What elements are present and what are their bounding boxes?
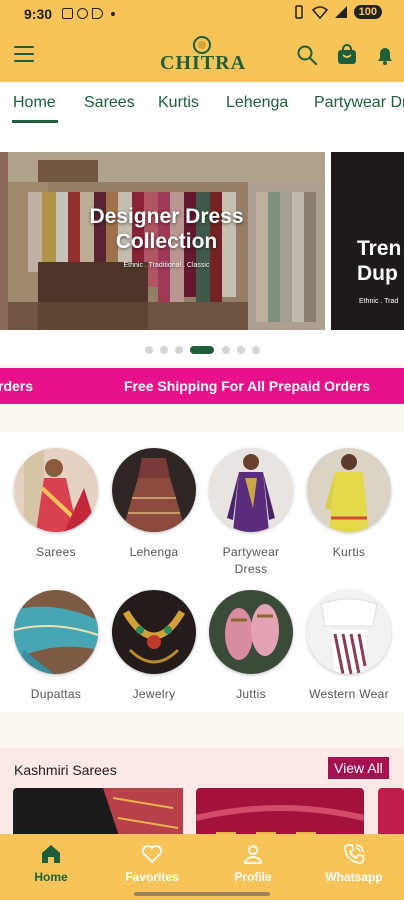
carousel-dot[interactable]: [237, 346, 245, 354]
heart-icon: [142, 845, 162, 864]
category-sarees[interactable]: Sarees: [9, 448, 103, 561]
grid-icon: [62, 8, 73, 19]
category-label: Partywear Dress: [204, 544, 298, 578]
shopping-bag-icon[interactable]: [336, 44, 358, 66]
carousel-dot[interactable]: [252, 346, 260, 354]
category-label: Juttis: [236, 687, 266, 701]
category-juttis-image: [209, 590, 293, 674]
banner-title: Designer Dress Collection: [8, 204, 325, 254]
user-icon: [244, 845, 262, 864]
carousel-dot[interactable]: [222, 346, 230, 354]
banner-next-peek[interactable]: Tren Dup Ethnic . Trad: [331, 152, 404, 330]
category-tabs: Home Sarees Kurtis Lehenga Partywear Dr: [0, 82, 404, 125]
menu-icon[interactable]: [14, 46, 34, 62]
brand-name: CHITRA: [160, 52, 247, 74]
gesture-bar[interactable]: [134, 892, 270, 896]
category-kurtis[interactable]: Kurtis: [302, 448, 396, 561]
category-jewelry[interactable]: Jewelry: [107, 590, 201, 703]
tab-partywear[interactable]: Partywear Dr: [314, 94, 404, 112]
brand-logo[interactable]: CHITRA: [160, 36, 247, 75]
carousel-indicator: [0, 346, 404, 356]
marquee-text: Free Shipping For All Prepaid Orders: [124, 378, 371, 394]
category-label-line2: Dress: [234, 562, 268, 576]
status-bar: 9:30 100: [0, 0, 404, 30]
category-dupattas-image: [14, 590, 98, 674]
nav-home[interactable]: Home: [11, 842, 91, 884]
product-card[interactable]: [378, 788, 404, 838]
nav-home-label: Home: [34, 870, 68, 884]
system-icons: 100: [292, 5, 382, 19]
nav-whatsapp-label: Whatsapp: [325, 870, 383, 884]
phone-icon: [344, 844, 364, 864]
banner-next-title: Tren Dup: [357, 236, 401, 286]
dot-icon: [111, 12, 115, 16]
category-western-wear[interactable]: Western Wear: [302, 590, 396, 703]
category-lehenga[interactable]: Lehenga: [107, 448, 201, 561]
category-dupattas[interactable]: Dupattas: [9, 590, 103, 703]
product-card[interactable]: [13, 788, 183, 838]
home-icon: [42, 845, 60, 863]
notification-icons: [62, 8, 115, 19]
category-label-line1: Partywear: [222, 545, 280, 559]
message-icon: [77, 8, 88, 19]
bell-icon[interactable]: [374, 44, 396, 66]
wifi-icon: [311, 6, 328, 19]
battery-indicator: 100: [353, 5, 382, 19]
tab-sarees[interactable]: Sarees: [84, 94, 135, 112]
category-label: Sarees: [36, 545, 76, 559]
category-label: Western Wear: [309, 687, 389, 701]
carousel-dot[interactable]: [145, 346, 153, 354]
nav-profile-label: Profile: [234, 870, 272, 884]
category-partywear-dress[interactable]: Partywear Dress: [204, 448, 298, 578]
tab-home[interactable]: Home: [13, 94, 56, 112]
category-jewelry-image: [112, 590, 196, 674]
category-grid: Sarees Lehenga Partywear Dress Kurtis Du…: [0, 432, 404, 712]
tab-kurtis[interactable]: Kurtis: [158, 94, 199, 112]
active-tab-indicator: [12, 120, 58, 123]
play-icon: [92, 8, 103, 19]
status-time: 9:30: [24, 6, 53, 22]
category-label: Jewelry: [132, 687, 176, 701]
banner-title-line1: Designer Dress: [89, 205, 244, 228]
view-all-button[interactable]: View All: [328, 757, 389, 779]
signal-icon: [334, 6, 347, 18]
category-western-wear-image: [307, 590, 391, 674]
carousel-dot[interactable]: [175, 346, 183, 354]
banner-title-line2: Collection: [115, 230, 218, 253]
banner-next-title-line2: Dup: [357, 262, 398, 285]
app-bar: CHITRA: [0, 30, 404, 82]
product-card[interactable]: [195, 788, 365, 838]
banner-next-subtitle: Ethnic . Trad: [359, 298, 399, 305]
bottom-navigation: Home Favorites Profile Whatsapp: [0, 834, 404, 900]
section-title: Kashmiri Sarees: [14, 762, 117, 778]
marquee-prev-text: rders: [0, 378, 34, 394]
nav-favorites[interactable]: Favorites: [112, 842, 192, 884]
carousel-dot[interactable]: [160, 346, 168, 354]
tab-lehenga[interactable]: Lehenga: [226, 94, 288, 112]
nav-favorites-label: Favorites: [125, 870, 179, 884]
category-label: Dupattas: [30, 687, 82, 701]
category-sarees-image: [14, 448, 98, 532]
category-label: Kurtis: [332, 545, 366, 559]
category-juttis[interactable]: Juttis: [204, 590, 298, 703]
banner-subtitle: Ethnic . Traditional . Classic: [123, 262, 210, 269]
banner-prev-peek[interactable]: [0, 152, 8, 330]
carousel-dot-active[interactable]: [190, 346, 214, 354]
banner-next-title-line1: Tren: [357, 237, 402, 260]
category-kurtis-image: [307, 448, 391, 532]
category-label: Lehenga: [129, 545, 179, 559]
search-icon[interactable]: [296, 44, 318, 66]
promo-marquee: rders Free Shipping For All Prepaid Orde…: [0, 368, 404, 404]
nav-whatsapp[interactable]: Whatsapp: [314, 842, 394, 884]
vibrate-icon: [294, 5, 303, 19]
banner-slide[interactable]: Designer Dress Collection Ethnic . Tradi…: [8, 152, 325, 330]
category-lehenga-image: [112, 448, 196, 532]
nav-profile[interactable]: Profile: [213, 842, 293, 884]
banner-carousel: Designer Dress Collection Ethnic . Tradi…: [0, 124, 404, 364]
kashmiri-sarees-section: Kashmiri Sarees View All: [0, 748, 404, 838]
category-partywear-image: [209, 448, 293, 532]
